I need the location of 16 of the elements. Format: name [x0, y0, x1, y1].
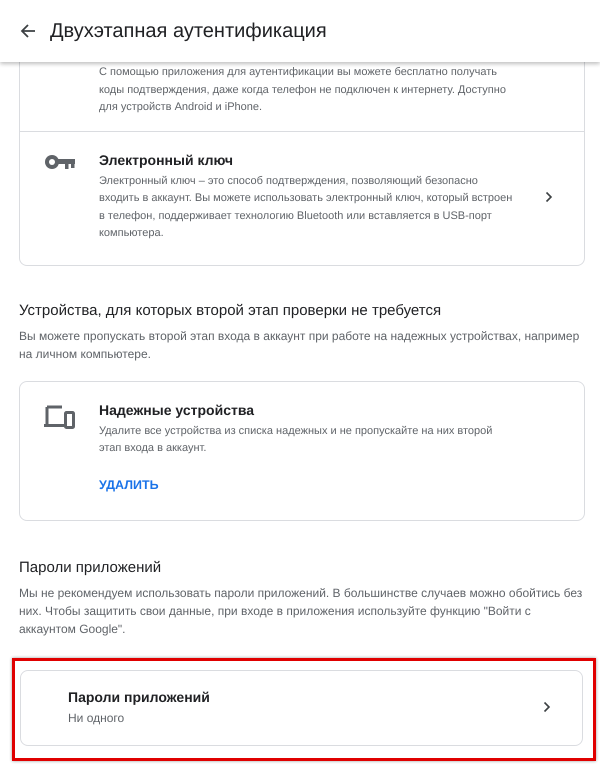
back-arrow-icon — [20, 23, 36, 39]
row-description: Удалите все устройства из списка надежных и не пропускайте на них второй этап входа в аккаунт. — [99, 424, 494, 456]
section-heading: Пароли приложений — [19, 558, 162, 576]
row-subtitle: Ни одного — [68, 710, 126, 724]
row-title: Электронный ключ — [99, 152, 234, 168]
section-description: Вы можете пропускать второй этап входа в аккаунт при работе на надежных устройствах, например на личном компьютере. — [19, 328, 580, 362]
devices-icon — [44, 404, 76, 428]
page-title: Двухэтапная аутентификация — [50, 20, 327, 42]
row-description: С помощью приложения для аутентификации вы можете бесплатно получать коды подтверждения, даже когда телефон не подключен к интернету. Доступно для устройств Android и iPhone. — [99, 65, 507, 115]
row-title: Надежные устройства — [99, 402, 256, 418]
section-description: Мы не рекомендуем использовать пароли приложений. В большинстве случаев можно обойтись без них. Чтобы защитить свои данные, при входе в приложения используйте функцию "Войти с аккаунтом Google". — [19, 584, 584, 638]
row-description: Электронный ключ – это способ подтверждения, позволяющий безопасно входить в аккаунт. Вы можете использовать электронный ключ, который встроен в телефон, поддерживает технологию Bluetooth или вставляется в USB-порт компьютера. — [99, 174, 514, 241]
key-icon — [44, 154, 74, 168]
row-title: Пароли приложений — [68, 688, 211, 704]
section-heading: Устройства, для которых второй этап проверки не требуется — [19, 302, 442, 318]
remove-link[interactable]: УДАЛИТЬ — [99, 478, 159, 492]
